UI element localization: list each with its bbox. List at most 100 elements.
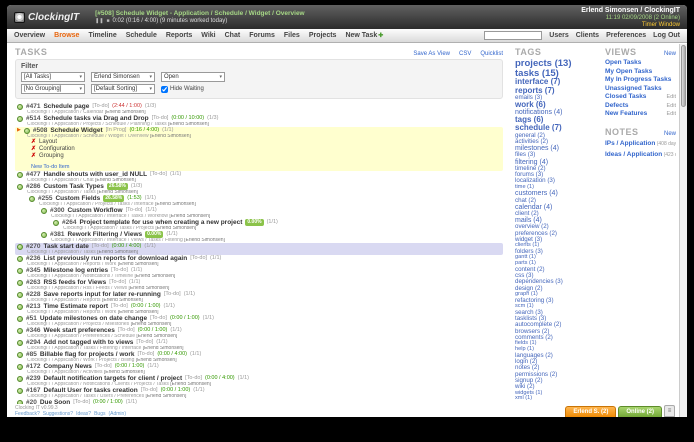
stop-icon[interactable]: ■ <box>107 18 110 24</box>
task-title-link[interactable]: Time Estimate report <box>43 303 108 310</box>
start-work-icon[interactable] <box>17 255 23 262</box>
todo-item[interactable]: ✗ Configuration <box>17 146 501 153</box>
task-title-link[interactable]: Task start date <box>43 243 88 250</box>
start-work-icon[interactable] <box>41 231 47 238</box>
footer-feedback-[interactable]: Feedback? <box>15 411 40 417</box>
task-title-link[interactable]: Custom Workflow <box>67 207 122 214</box>
task-title-link[interactable]: Save reports input for later re-running <box>43 291 160 298</box>
footer--admin-[interactable]: (Admin) <box>108 411 126 417</box>
footer-suggestions-[interactable]: Suggestions? <box>43 411 73 417</box>
nav-clients[interactable]: Clients <box>576 32 599 39</box>
task-row[interactable]: #51 Update milestones on date change [To-d… <box>15 315 503 327</box>
nav-wiki[interactable]: Wiki <box>201 32 215 39</box>
filter-select-sorting[interactable]: [Default Sorting] ▾ <box>91 84 155 94</box>
csv-link[interactable]: CSV <box>459 51 471 57</box>
start-work-icon[interactable] <box>23 127 30 134</box>
delete-todo-icon[interactable]: ✗ <box>31 146 36 153</box>
nav-chat[interactable]: Chat <box>225 32 241 39</box>
task-row[interactable]: #300 Custom Workflow [To-do] (1/1) ClockingI… <box>15 207 503 219</box>
start-work-icon[interactable] <box>17 183 23 190</box>
task-title-link[interactable]: Project template for use when creating a… <box>79 219 242 226</box>
task-title-link[interactable]: Rework Filtering / Views <box>67 231 142 238</box>
quicklist-link[interactable]: Quicklist <box>480 51 503 57</box>
view-new-features[interactable]: New Features <box>605 110 647 119</box>
task-title-link[interactable]: Company News <box>43 363 91 370</box>
view-edit-link[interactable]: Edit <box>667 110 676 119</box>
note-ips-application[interactable]: IPs / Application <box>605 140 655 147</box>
notes-new-link[interactable]: New <box>664 131 676 137</box>
task-title-link[interactable]: Schedule page <box>43 103 89 110</box>
task-title-link[interactable]: RSS feeds for Views <box>43 279 106 286</box>
footer-ideas-[interactable]: Ideas? <box>76 411 91 417</box>
task-title-link[interactable]: Handle shouts with user_id NULL <box>43 171 147 178</box>
search-input[interactable] <box>484 31 543 40</box>
view-open-tasks[interactable]: Open Tasks <box>605 59 641 68</box>
task-title-link[interactable]: Schedule tasks via Drag and Drop <box>43 115 148 122</box>
task-row[interactable]: #263 RSS feeds for Views [To-do] (1/1) Clock… <box>15 279 503 291</box>
task-title-link[interactable]: Custom Fields <box>55 195 100 202</box>
hide-waiting-checkbox[interactable] <box>161 85 168 93</box>
clockingit-logo[interactable]: ClockingIT <box>14 11 79 23</box>
active-task-link[interactable]: [#508] Schedule Widget - Application / S… <box>95 10 305 17</box>
delete-todo-icon[interactable]: ✗ <box>31 139 36 146</box>
chat-user-tab[interactable]: Erlend S. (2) <box>565 406 617 417</box>
task-row[interactable]: #286 Custom Task Types 26.58% (1/3) Clocking… <box>15 183 503 195</box>
timer-window-link[interactable]: Timer Window <box>581 22 680 28</box>
task-title-link[interactable]: Add not tagged with to views <box>43 339 133 346</box>
filter-select-grouping[interactable]: [No Grouping] ▾ <box>21 84 85 94</box>
task-row[interactable]: #477 Handle shouts with user_id NULL [To-d… <box>15 171 503 183</box>
nav-overview[interactable]: Overview <box>14 32 45 39</box>
nav-files[interactable]: Files <box>284 32 300 39</box>
task-title-link[interactable]: Default User for tasks creation <box>43 387 137 394</box>
task-row[interactable]: #239 Default notification targets for cli… <box>15 375 503 387</box>
view-edit-link[interactable]: Edit <box>667 102 676 111</box>
task-row[interactable]: #167 Default User for tasks creation [To-d… <box>15 387 503 399</box>
chat-online-tab[interactable]: Online (2) <box>618 406 662 417</box>
task-row[interactable]: #345 Milestone log entries [To-do] (1/1) Clo… <box>15 267 503 279</box>
start-work-icon[interactable] <box>17 267 23 274</box>
start-work-icon[interactable] <box>53 219 59 226</box>
new-todo-link[interactable]: New To-do Item <box>31 164 69 170</box>
task-row[interactable]: #381 Rework Filtering / Views 0.00% (1/1) Cl… <box>15 231 503 243</box>
filter-select-user[interactable]: Erlend Simonsen ▾ <box>91 72 155 82</box>
task-row[interactable]: #85 Billable flag for projects / work [To-… <box>15 351 503 363</box>
tag-xml[interactable]: xml (1) <box>515 396 597 402</box>
nav-forums[interactable]: Forums <box>249 32 275 39</box>
task-row[interactable]: #264 Project template for use when creati… <box>15 219 503 231</box>
start-work-icon[interactable] <box>29 195 35 202</box>
start-work-icon[interactable] <box>17 315 23 322</box>
nav-users[interactable]: Users <box>549 32 568 39</box>
start-work-icon[interactable] <box>17 363 23 370</box>
start-work-icon[interactable] <box>17 387 23 394</box>
vertical-scrollbar[interactable] <box>679 44 687 417</box>
nav-preferences[interactable]: Preferences <box>606 32 646 39</box>
note-ideas-application[interactable]: Ideas / Application <box>605 151 662 158</box>
pause-icon[interactable]: ❚❚ <box>95 18 103 24</box>
start-work-icon[interactable] <box>17 339 23 346</box>
delete-todo-icon[interactable]: ✗ <box>31 153 36 160</box>
chat-menu-button[interactable]: ≡ <box>664 405 675 417</box>
task-title-link[interactable]: Milestone log entries <box>43 267 108 274</box>
task-title-link[interactable]: Update milestones on date change <box>40 315 147 322</box>
task-title-link[interactable]: List previously run reports for download… <box>43 255 187 262</box>
view-my-in-progress-tasks[interactable]: My In Progress Tasks <box>605 76 671 85</box>
user-account-link[interactable]: Erlend Simonsen / ClockingIT <box>581 7 680 14</box>
tag-work[interactable]: work (6) <box>515 100 597 109</box>
start-work-icon[interactable] <box>41 207 47 214</box>
task-title-link[interactable]: Billable flag for projects / work <box>40 351 135 358</box>
start-work-icon[interactable] <box>17 351 23 358</box>
start-work-icon[interactable] <box>17 279 23 286</box>
task-title-link[interactable]: Schedule Widget <box>50 127 102 134</box>
task-row[interactable]: ▶ #508 Schedule Widget [In Prog] (0:16 / 4:0… <box>15 127 503 171</box>
todo-item[interactable]: ✗ Grouping <box>17 153 501 160</box>
task-title-link[interactable]: Default notification targets for client … <box>43 375 182 382</box>
nav-log-out[interactable]: Log Out <box>653 32 680 39</box>
task-row[interactable]: #255 Custom Fields 26.58% (1:53) (1/1) Clocki… <box>15 195 503 207</box>
task-row[interactable]: #514 Schedule tasks via Drag and Drop [To-… <box>15 115 503 127</box>
view-defects[interactable]: Defects <box>605 102 628 111</box>
start-work-icon[interactable] <box>17 303 23 310</box>
task-title-link[interactable]: Custom Task Types <box>43 183 103 190</box>
views-new-link[interactable]: New <box>664 51 676 57</box>
nav-browse[interactable]: Browse <box>54 32 79 39</box>
task-title-link[interactable]: Week start preferences <box>43 327 114 334</box>
